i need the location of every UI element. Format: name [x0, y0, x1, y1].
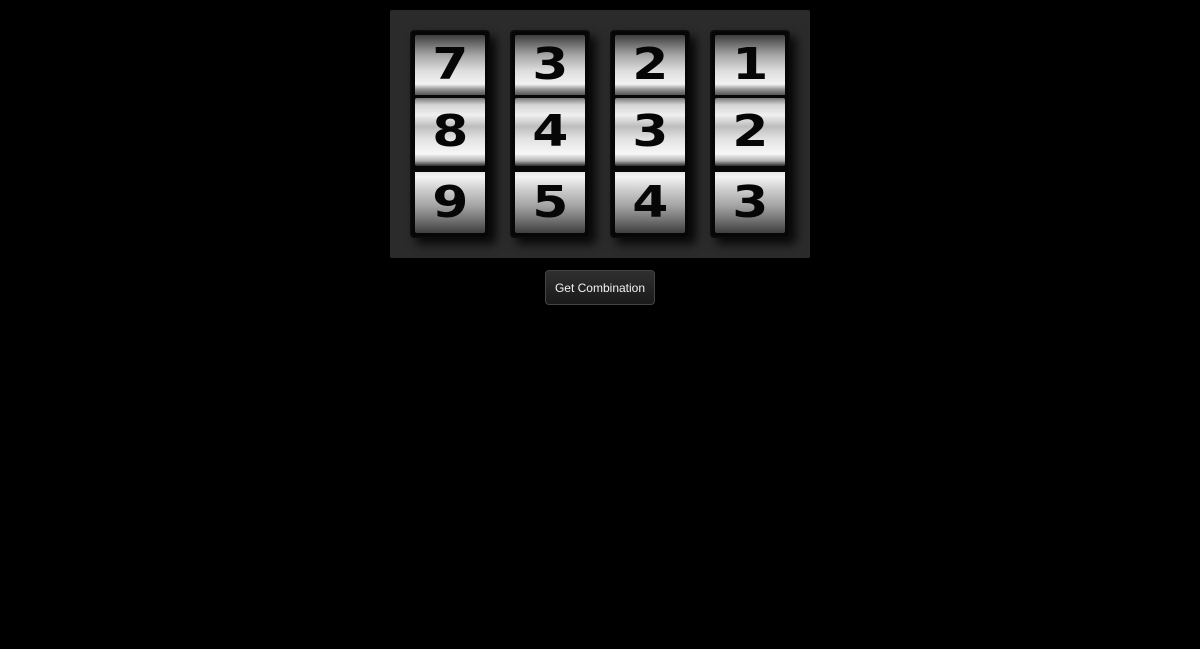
- dial-3-next-digit-text: 4: [631, 176, 669, 228]
- page: 7 8 9 3 4 5 2 3 4 1 2 3 Get Combination: [0, 0, 1200, 649]
- dial-2[interactable]: 3 4 5: [510, 30, 590, 238]
- dial-3-next-digit[interactable]: 4: [615, 172, 685, 233]
- dial-4-current-digit[interactable]: 2: [715, 98, 785, 166]
- dial-4-next-digit[interactable]: 3: [715, 172, 785, 233]
- dial-1-previous-digit-text: 7: [431, 39, 469, 90]
- dial-2-previous-digit[interactable]: 3: [515, 35, 585, 95]
- dial-1-current-digit[interactable]: 8: [415, 98, 485, 166]
- dial-4[interactable]: 1 2 3: [710, 30, 790, 238]
- dial-1-next-digit[interactable]: 9: [415, 172, 485, 233]
- get-combination-button[interactable]: Get Combination: [545, 270, 655, 305]
- dial-1-previous-digit[interactable]: 7: [415, 35, 485, 95]
- dial-2-previous-digit-text: 3: [531, 39, 569, 90]
- dial-3-previous-digit-text: 2: [631, 39, 669, 90]
- dial-3-previous-digit[interactable]: 2: [615, 35, 685, 95]
- dial-3-current-digit-text: 3: [631, 106, 669, 157]
- dial-4-next-digit-text: 3: [731, 176, 769, 228]
- dial-1-current-digit-text: 8: [431, 106, 469, 157]
- dial-4-previous-digit-text: 1: [731, 39, 769, 90]
- dial-2-current-digit[interactable]: 4: [515, 98, 585, 166]
- combination-lock: 7 8 9 3 4 5 2 3 4 1 2 3: [390, 10, 810, 258]
- dial-2-next-digit-text: 5: [531, 176, 569, 228]
- dial-3[interactable]: 2 3 4: [610, 30, 690, 238]
- dial-4-previous-digit[interactable]: 1: [715, 35, 785, 95]
- dial-1-next-digit-text: 9: [431, 176, 469, 228]
- dial-2-current-digit-text: 4: [531, 106, 569, 157]
- dial-2-next-digit[interactable]: 5: [515, 172, 585, 233]
- dial-1[interactable]: 7 8 9: [410, 30, 490, 238]
- dial-3-current-digit[interactable]: 3: [615, 98, 685, 166]
- dial-4-current-digit-text: 2: [731, 106, 769, 157]
